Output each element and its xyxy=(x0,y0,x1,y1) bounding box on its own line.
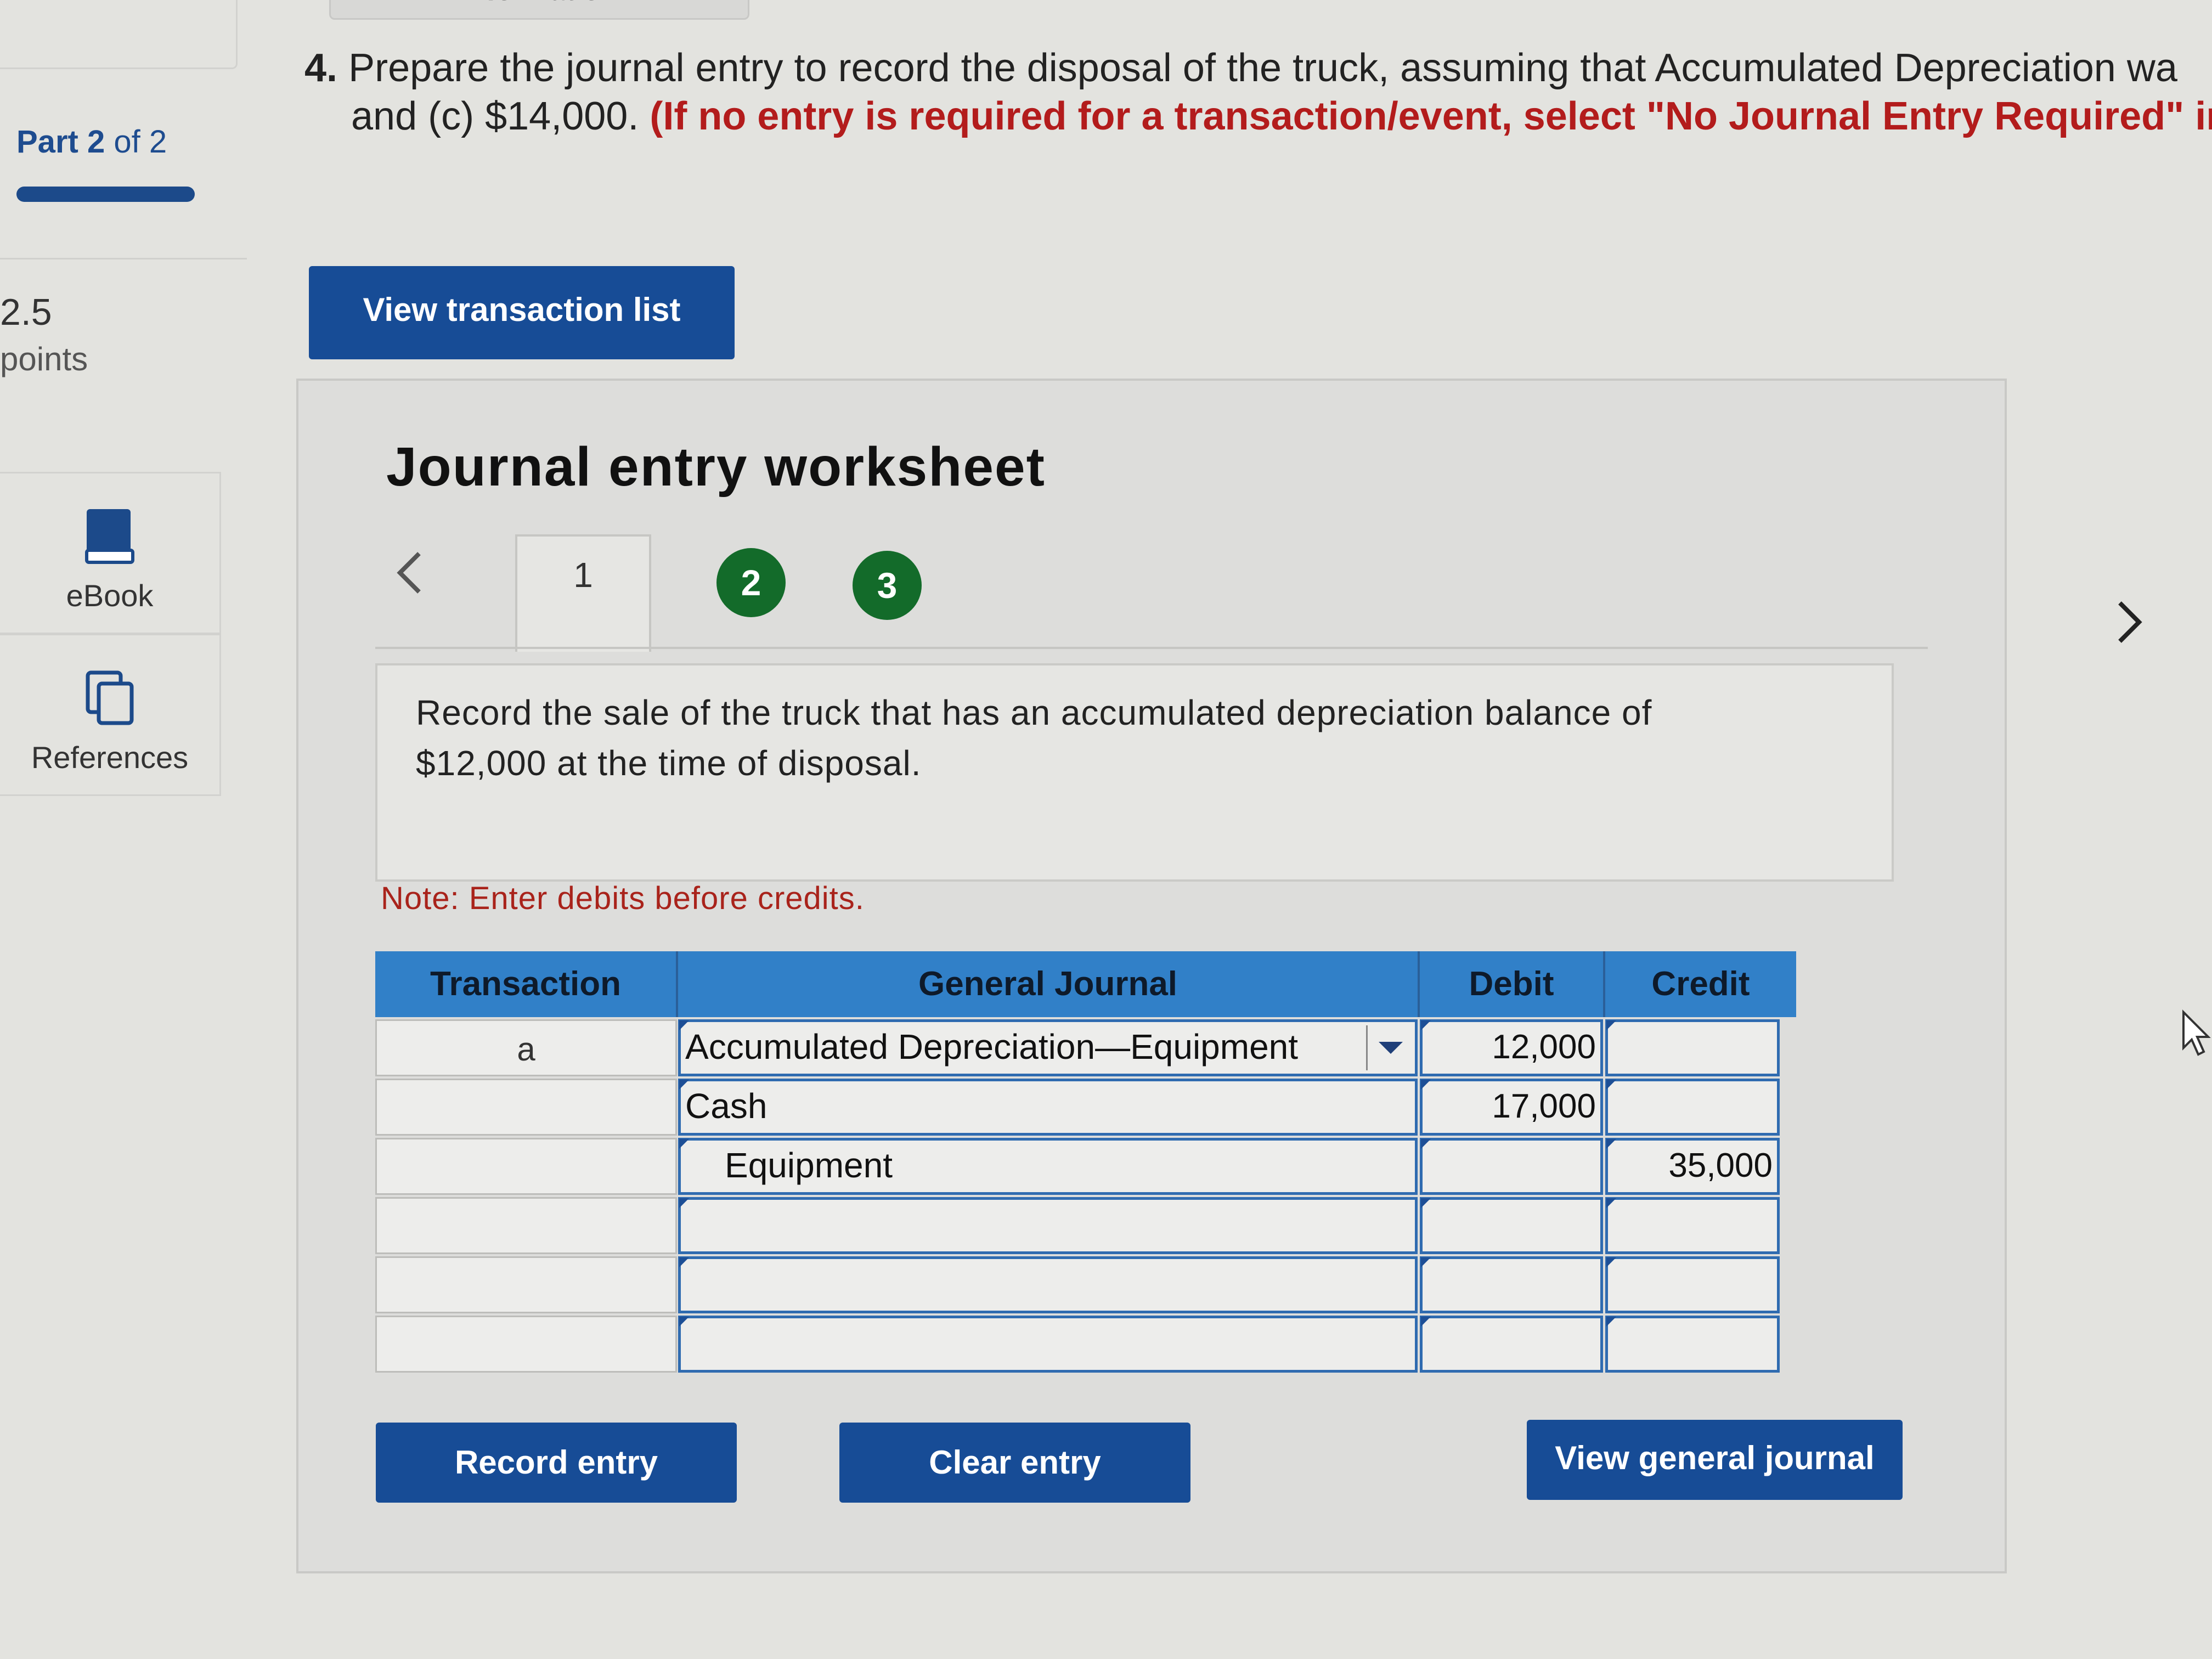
cell-flag xyxy=(679,1139,689,1149)
tab-divider xyxy=(375,647,1928,649)
account-value: Accumulated Depreciation—Equipment xyxy=(685,1027,1299,1066)
cell-flag xyxy=(1606,1020,1616,1030)
credit-input[interactable]: 35,000 xyxy=(1605,1138,1780,1195)
points-value: 2.5 xyxy=(0,291,52,333)
transaction-cell xyxy=(375,1197,677,1254)
cell-flag xyxy=(1421,1317,1431,1327)
instruction-box: Record the sale of the truck that has an… xyxy=(375,663,1894,882)
account-select[interactable]: Equipment xyxy=(678,1138,1418,1195)
information-tab[interactable]: Information xyxy=(329,0,749,20)
points-label: points xyxy=(0,341,88,377)
worksheet-title: Journal entry worksheet xyxy=(386,436,1046,498)
cell-flag xyxy=(1421,1139,1431,1149)
header-credit: Credit xyxy=(1651,965,1750,1003)
sidebar-top-box xyxy=(0,0,238,69)
record-entry-button[interactable]: Record entry xyxy=(376,1423,737,1503)
ebook-label: eBook xyxy=(66,578,154,613)
question-line-1: Prepare the journal entry to record the … xyxy=(348,46,2177,90)
transaction-cell xyxy=(375,1256,677,1313)
debit-input[interactable] xyxy=(1420,1138,1603,1195)
table-row xyxy=(375,1256,1796,1316)
cell-flag xyxy=(679,1317,689,1327)
credit-input[interactable] xyxy=(1605,1079,1780,1136)
cell-flag xyxy=(1606,1198,1616,1208)
clear-entry-button[interactable]: Clear entry xyxy=(839,1423,1190,1503)
header-debit: Debit xyxy=(1420,951,1605,1017)
table-row: a Accumulated Depreciation—Equipment 12,… xyxy=(375,1019,1796,1079)
table-header: Transaction General Journal Debit Credit xyxy=(375,951,1796,1017)
table-row xyxy=(375,1316,1796,1375)
account-select[interactable] xyxy=(678,1316,1418,1373)
chevron-down-icon[interactable] xyxy=(1366,1025,1412,1070)
question-text: 4. Prepare the journal entry to record t… xyxy=(304,44,2212,140)
debit-value: 12,000 xyxy=(1492,1028,1596,1066)
note-text: Note: Enter debits before credits. xyxy=(381,881,865,916)
cell-flag xyxy=(1421,1257,1431,1267)
chevron-left-icon[interactable] xyxy=(386,540,430,606)
part-of: of 2 xyxy=(114,124,167,160)
credit-input[interactable] xyxy=(1605,1197,1780,1254)
view-transaction-list-button[interactable]: View transaction list xyxy=(309,266,735,359)
header-transaction: Transaction xyxy=(375,951,678,1017)
references-label: References xyxy=(31,740,189,775)
table-row: Cash 17,000 xyxy=(375,1079,1796,1138)
debit-input[interactable] xyxy=(1420,1197,1603,1254)
view-general-journal-button[interactable]: View general journal xyxy=(1527,1420,1903,1500)
account-value: Equipment xyxy=(725,1146,893,1185)
debit-value: 17,000 xyxy=(1492,1087,1596,1125)
tab-1[interactable]: 1 xyxy=(515,534,651,652)
account-value: Cash xyxy=(685,1086,768,1126)
header-general-journal: General Journal xyxy=(678,951,1420,1017)
part-indicator: Part 2 of 2 xyxy=(16,123,167,160)
debit-input[interactable]: 12,000 xyxy=(1420,1019,1603,1076)
table-row xyxy=(375,1197,1796,1256)
sidebar-divider xyxy=(0,258,247,259)
sidebar-item-ebook[interactable]: eBook xyxy=(0,472,221,634)
journal-entry-worksheet-panel: Journal entry worksheet 1 2 3 Record the… xyxy=(296,379,2142,1573)
instruction-text: Record the sale of the truck that has an… xyxy=(416,693,1652,783)
cell-flag xyxy=(679,1080,689,1090)
chevron-right-icon[interactable] xyxy=(2109,589,2153,655)
part-current: 2 xyxy=(87,124,105,160)
mouse-pointer-icon xyxy=(2182,1009,2211,1056)
transaction-cell xyxy=(375,1316,677,1373)
question-number: 4. xyxy=(304,46,338,90)
sidebar-item-references[interactable]: References xyxy=(0,634,221,796)
cell-flag xyxy=(679,1020,689,1030)
account-select[interactable] xyxy=(678,1197,1418,1254)
credit-value: 35,000 xyxy=(1668,1147,1773,1184)
transaction-cell: a xyxy=(375,1019,677,1076)
table-row: Equipment 35,000 xyxy=(375,1138,1796,1197)
part-label: Part xyxy=(16,124,78,160)
tab-2[interactable]: 2 xyxy=(716,548,786,617)
cell-flag xyxy=(1421,1198,1431,1208)
cell-flag xyxy=(1606,1139,1616,1149)
part-progress-bar xyxy=(16,187,195,202)
account-select[interactable]: Cash xyxy=(678,1079,1418,1136)
credit-input[interactable] xyxy=(1605,1256,1780,1313)
debit-input[interactable]: 17,000 xyxy=(1420,1079,1603,1136)
cell-flag xyxy=(679,1257,689,1267)
cell-flag xyxy=(1421,1080,1431,1090)
cell-flag xyxy=(1606,1257,1616,1267)
cell-flag xyxy=(1421,1020,1431,1030)
question-instruction-red: (If no entry is required for a transacti… xyxy=(650,94,2212,138)
question-line-2: and (c) $14,000. xyxy=(351,94,639,138)
transaction-cell xyxy=(375,1079,677,1136)
copy-icon xyxy=(86,670,134,725)
cell-flag xyxy=(1606,1080,1616,1090)
credit-input[interactable] xyxy=(1605,1316,1780,1373)
book-icon xyxy=(85,509,134,564)
credit-input[interactable] xyxy=(1605,1019,1780,1076)
sidebar: Part 2 of 2 2.5 points eBook References xyxy=(0,0,247,1659)
cell-flag xyxy=(679,1198,689,1208)
debit-input[interactable] xyxy=(1420,1256,1603,1313)
transaction-cell xyxy=(375,1138,677,1195)
debit-input[interactable] xyxy=(1420,1316,1603,1373)
cell-flag xyxy=(1606,1317,1616,1327)
tab-3[interactable]: 3 xyxy=(853,551,922,620)
account-select[interactable]: Accumulated Depreciation—Equipment xyxy=(678,1019,1418,1076)
account-select[interactable] xyxy=(678,1256,1418,1313)
